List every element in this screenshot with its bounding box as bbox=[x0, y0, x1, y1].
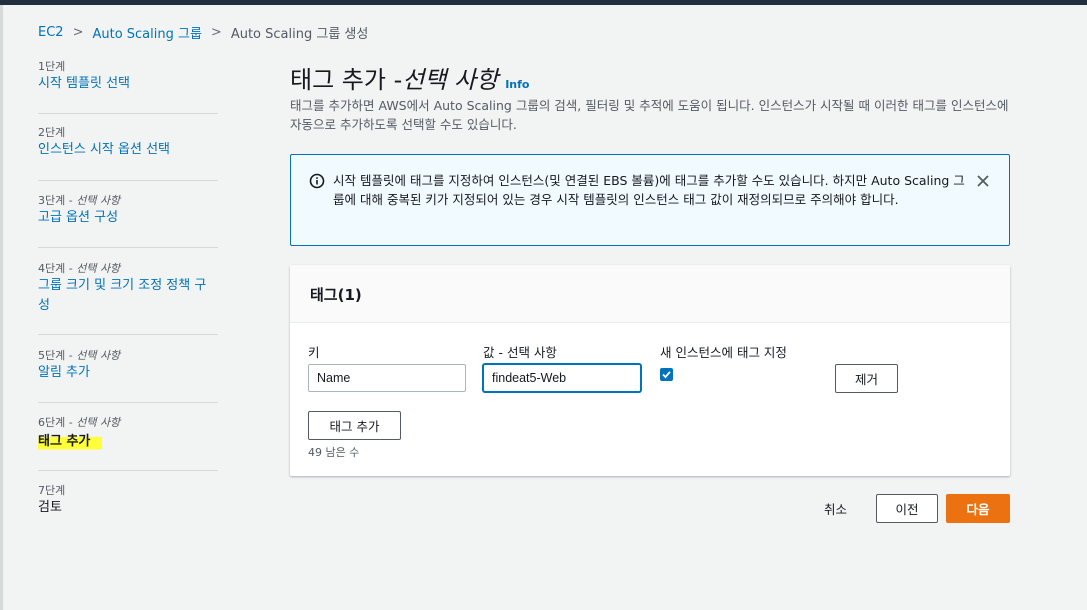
step-label: 4단계 - 선택 사항 bbox=[38, 262, 121, 275]
step-5-link[interactable]: 알림 추가 bbox=[38, 363, 218, 383]
next-button[interactable]: 다음 bbox=[946, 494, 1010, 523]
remove-tag-button[interactable]: 제거 bbox=[835, 364, 898, 393]
info-link[interactable]: Info bbox=[505, 78, 529, 91]
title-main: 태그 추가 - bbox=[290, 66, 403, 94]
breadcrumb: EC2 > Auto Scaling 그룹 > Auto Scaling 그룹 … bbox=[38, 23, 368, 42]
tag-new-instances-label: 새 인스턴스에 태그 지정 bbox=[660, 345, 787, 360]
step-3: 3단계 - 선택 사항 고급 옵션 구성 bbox=[38, 181, 218, 248]
step-label: 5단계 - 선택 사항 bbox=[38, 349, 121, 362]
step-label: 7단계 bbox=[38, 484, 66, 497]
page-description: 태그를 추가하면 AWS에서 Auto Scaling 그룹의 검색, 필터링 … bbox=[290, 98, 1009, 132]
step-7: 7단계 검토 bbox=[38, 471, 218, 518]
tags-panel: 태그(1) 키 값 - 선택 사항 새 인스턴스에 태그 지정 제거 태그 추가… bbox=[290, 265, 1010, 476]
step-label: 6단계 - 선택 사항 bbox=[38, 416, 121, 429]
wizard-steps: 1단계 시작 템플릿 선택 2단계 인스턴스 시작 옵션 선택 3단계 - 선택… bbox=[38, 58, 218, 518]
breadcrumb-auto-scaling-groups[interactable]: Auto Scaling 그룹 bbox=[92, 23, 201, 42]
breadcrumb-ec2[interactable]: EC2 bbox=[38, 25, 64, 40]
info-alert: 시작 템플릿에 태그를 지정하여 인스턴스(및 연결된 EBS 볼륨)에 태그를… bbox=[290, 154, 1010, 246]
panel-title: 태그(1) bbox=[310, 286, 362, 304]
chevron-right-icon: > bbox=[210, 25, 222, 40]
top-bar bbox=[0, 0, 1087, 5]
step-2-link[interactable]: 인스턴스 시작 옵션 선택 bbox=[38, 140, 218, 160]
page-title: 태그 추가 - 선택 사항 Info bbox=[290, 60, 529, 95]
value-label: 값 - 선택 사항 bbox=[483, 345, 557, 360]
step-4-link[interactable]: 그룹 크기 및 크기 조정 정책 구성 bbox=[38, 276, 218, 316]
step-6: 6단계 - 선택 사항 태그 추가 bbox=[38, 403, 218, 471]
chevron-right-icon: > bbox=[72, 25, 84, 40]
step-label: 3단계 - 선택 사항 bbox=[38, 194, 121, 207]
step-1-link[interactable]: 시작 템플릿 선택 bbox=[38, 74, 218, 94]
step-2: 2단계 인스턴스 시작 옵션 선택 bbox=[38, 114, 218, 181]
step-label: 1단계 bbox=[38, 60, 66, 73]
close-icon[interactable] bbox=[975, 173, 991, 189]
title-optional: 선택 사항 bbox=[402, 66, 499, 94]
add-tag-button[interactable]: 태그 추가 bbox=[308, 411, 401, 440]
step-7-label: 검토 bbox=[38, 500, 62, 515]
cancel-button[interactable]: 취소 bbox=[824, 499, 847, 518]
tag-new-instances-checkbox[interactable] bbox=[660, 368, 673, 381]
remaining-count: 49 남은 수 bbox=[308, 446, 360, 459]
step-4: 4단계 - 선택 사항 그룹 크기 및 크기 조정 정책 구성 bbox=[38, 248, 218, 335]
step-3-link[interactable]: 고급 옵션 구성 bbox=[38, 208, 218, 228]
panel-header: 태그(1) bbox=[290, 265, 1010, 323]
info-circle-icon bbox=[309, 173, 325, 189]
left-edge bbox=[0, 5, 3, 610]
alert-text: 시작 템플릿에 태그를 지정하여 인스턴스(및 연결된 EBS 볼륨)에 태그를… bbox=[333, 173, 965, 207]
tag-value-input[interactable] bbox=[483, 364, 641, 392]
step-label: 2단계 bbox=[38, 126, 66, 139]
previous-button[interactable]: 이전 bbox=[876, 494, 938, 523]
check-icon bbox=[662, 371, 671, 379]
step-5: 5단계 - 선택 사항 알림 추가 bbox=[38, 335, 218, 403]
breadcrumb-current: Auto Scaling 그룹 생성 bbox=[230, 27, 369, 42]
key-label: 키 bbox=[308, 345, 320, 360]
tag-key-input[interactable] bbox=[308, 364, 466, 392]
step-1: 1단계 시작 템플릿 선택 bbox=[38, 58, 218, 114]
step-6-current: 태그 추가 bbox=[38, 432, 103, 452]
